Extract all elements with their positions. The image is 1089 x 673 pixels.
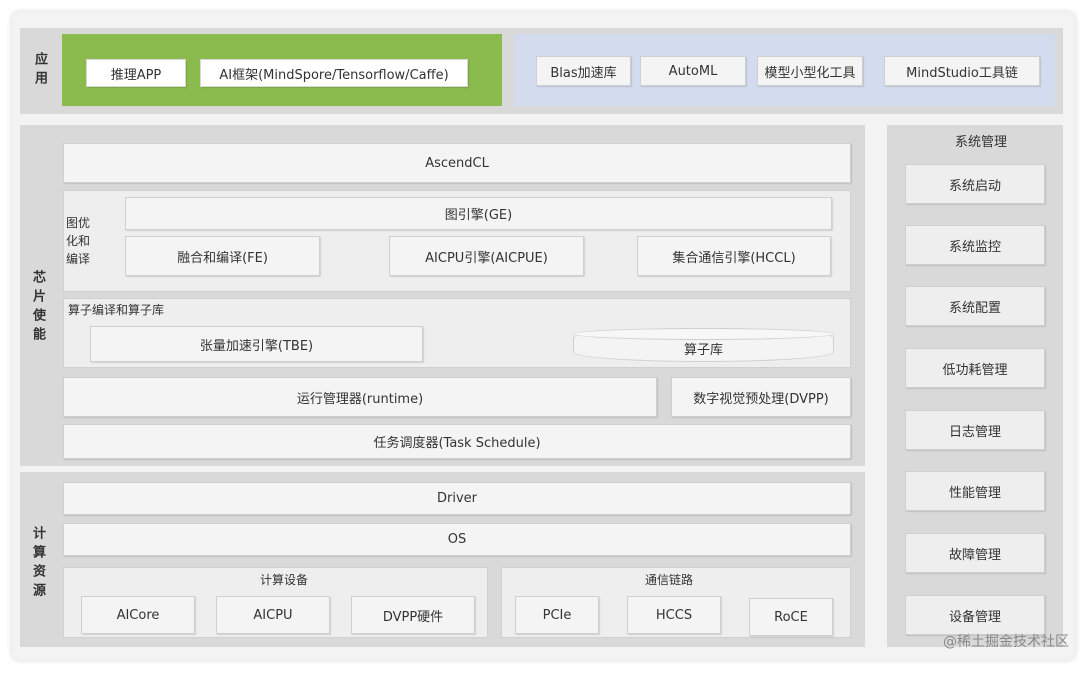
dvpp-box: 数字视觉预处理(DVPP) [671, 377, 851, 417]
link-pcie: PCIe [515, 596, 599, 634]
sys-item-power: 低功耗管理 [905, 348, 1045, 388]
sys-item-log: 日志管理 [905, 410, 1045, 450]
device-aicore: AICore [81, 596, 195, 634]
system-mgmt-label: 系统管理 [955, 135, 1008, 150]
hccl-box: 集合通信引擎(HCCL) [637, 236, 831, 276]
task-schedule-box: 任务调度器(Task Schedule) [63, 424, 851, 459]
app-item-blas: Blas加速库 [536, 56, 631, 86]
sys-item-device: 设备管理 [905, 595, 1045, 635]
operator-lib-box: 算子库 [573, 328, 834, 362]
ge-box: 图引擎(GE) [125, 197, 832, 230]
app-item-automl: AutoML [640, 56, 746, 86]
app-item-mindstudio: MindStudio工具链 [884, 56, 1040, 86]
sys-item-fault: 故障管理 [905, 533, 1045, 573]
sys-item-perf: 性能管理 [905, 471, 1045, 511]
app-item-inference: 推理APP [86, 59, 186, 87]
runtime-box: 运行管理器(runtime) [63, 377, 657, 417]
link-roce: RoCE [749, 598, 833, 636]
driver-box: Driver [63, 482, 851, 515]
tbe-box: 张量加速引擎(TBE) [90, 326, 423, 362]
os-box: OS [63, 523, 851, 556]
sys-item-config: 系统配置 [905, 286, 1045, 326]
sys-item-monitor: 系统监控 [905, 225, 1045, 265]
device-dvpp-hw: DVPP硬件 [351, 596, 475, 634]
device-aicpu: AICPU [216, 596, 330, 634]
ascendcl-box: AscendCL [63, 143, 851, 183]
sys-item-startup: 系统启动 [905, 164, 1045, 204]
devices-panel-label: 计算设备 [260, 573, 309, 587]
chip-layer-label: 芯片使能 [30, 270, 45, 346]
graph-panel-label: 图优化和编译 [66, 216, 91, 266]
watermark-text: @稀土掘金技术社区 [943, 634, 1069, 650]
links-panel-label: 通信链路 [645, 573, 694, 587]
operator-panel-label: 算子编译和算子库 [68, 303, 165, 317]
aicpue-box: AICPU引擎(AICPUE) [389, 236, 584, 276]
app-item-model-tool: 模型小型化工具 [757, 56, 863, 86]
compute-layer-label: 计算资源 [30, 526, 45, 602]
fe-box: 融合和编译(FE) [125, 236, 320, 276]
link-hccs: HCCS [627, 596, 721, 634]
operator-lib-label: 算子库 [683, 342, 723, 358]
app-item-ai-framework: AI框架(MindSpore/Tensorflow/Caffe) [200, 59, 468, 87]
app-layer-label: 应用 [32, 52, 47, 90]
